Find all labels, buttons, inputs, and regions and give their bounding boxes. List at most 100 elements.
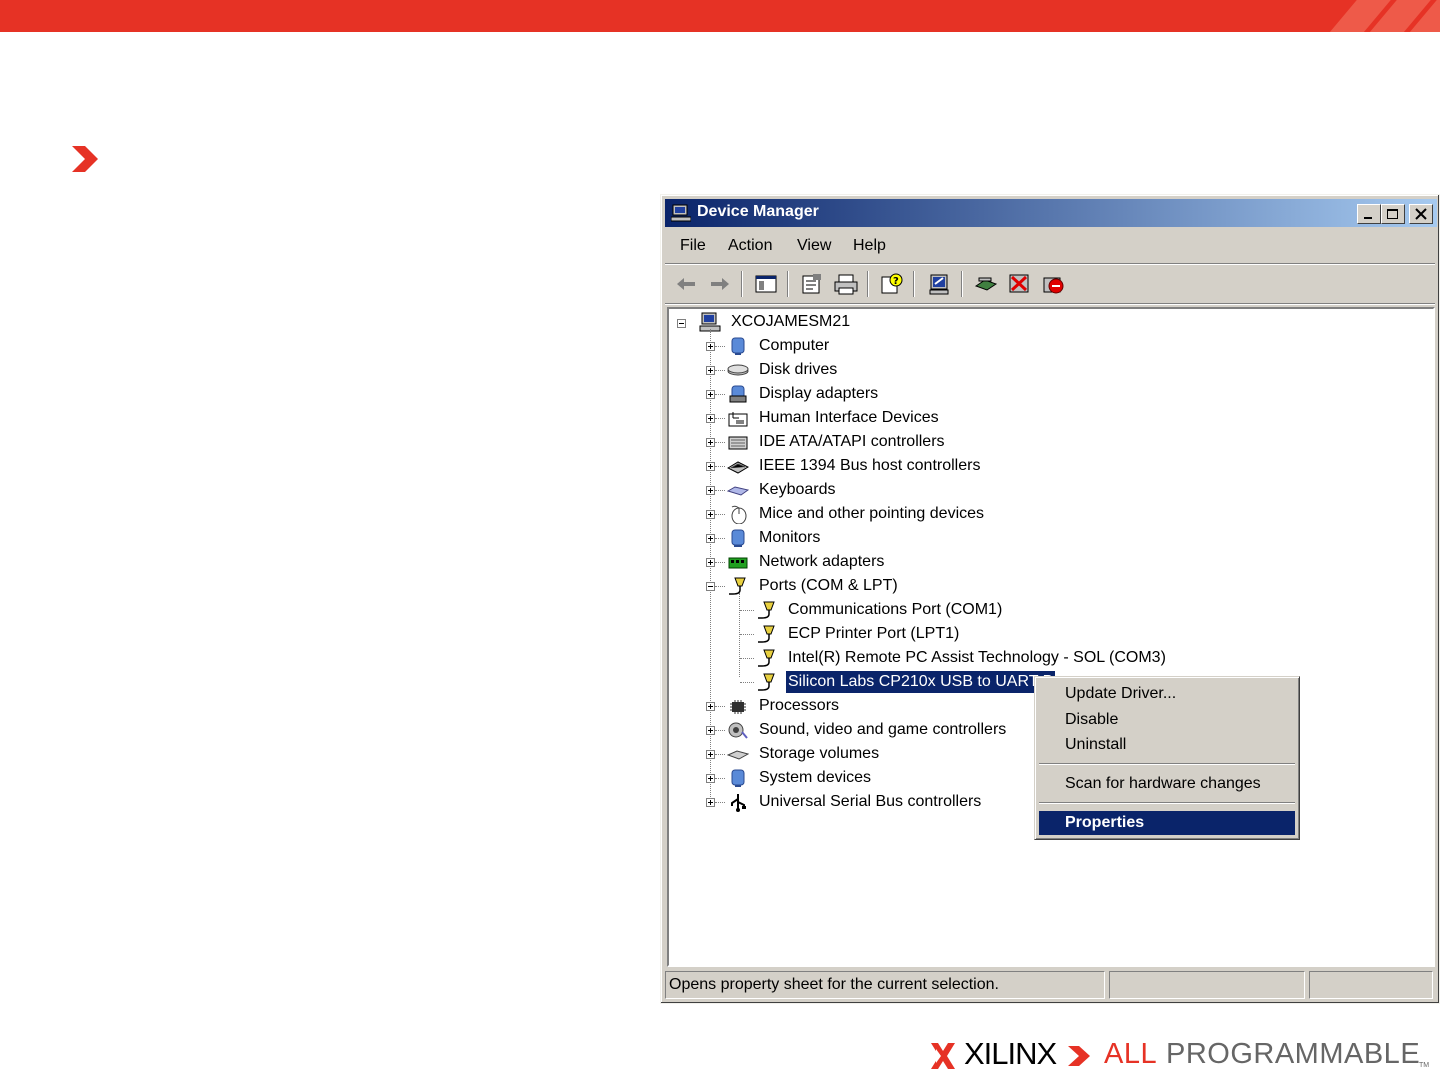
help-icon[interactable]: ? — [879, 272, 905, 296]
menu-update-driver-label: Update Driver... — [1065, 685, 1177, 702]
toolbar-separator-line — [665, 303, 1435, 305]
expand-category-button[interactable] — [706, 390, 715, 399]
status-panel-3 — [1309, 971, 1433, 999]
menu-separator — [665, 263, 1435, 265]
toolbar-separator — [913, 271, 915, 297]
toolbar-separator — [741, 271, 743, 297]
tree-category-label: Mice and other pointing devices — [759, 505, 985, 522]
forward-arrow-icon[interactable] — [707, 272, 733, 296]
tree-category-label: Universal Serial Bus controllers — [759, 793, 982, 810]
maximize-button[interactable] — [1381, 204, 1405, 224]
tree-line — [740, 610, 754, 611]
ieee1394-icon — [727, 461, 749, 474]
disable-device-icon[interactable] — [1007, 272, 1033, 296]
menu-disable[interactable]: Disable — [1039, 708, 1295, 732]
uninstall-device-icon[interactable] — [1041, 272, 1067, 296]
expand-category-button[interactable] — [706, 750, 715, 759]
scan-hardware-icon[interactable] — [927, 272, 953, 296]
tree-line — [715, 346, 725, 347]
menu-scan-hardware[interactable]: Scan for hardware changes — [1039, 772, 1295, 796]
tree-category-label: Network adapters — [759, 553, 885, 570]
port-icon — [758, 625, 775, 643]
tree-category-label: Storage volumes — [759, 745, 880, 762]
context-menu-separator — [1039, 802, 1295, 804]
print-icon[interactable] — [833, 272, 859, 296]
processor-icon — [730, 700, 746, 714]
tree-line — [715, 754, 725, 755]
expand-category-button[interactable] — [706, 342, 715, 351]
tree-line — [715, 802, 725, 803]
tree-category-label: IDE ATA/ATAPI controllers — [759, 433, 945, 450]
device-manager-window: Device Manager File Action View Help ? X… — [660, 194, 1440, 1004]
tree-category-label: System devices — [759, 769, 872, 786]
menu-help[interactable]: Help — [853, 237, 886, 255]
expand-category-button[interactable] — [706, 798, 715, 807]
back-arrow-icon[interactable] — [673, 272, 699, 296]
menu-file[interactable]: File — [680, 237, 706, 255]
tree-line — [739, 593, 740, 677]
title-bar[interactable]: Device Manager — [665, 199, 1437, 227]
port-icon — [758, 673, 775, 691]
window-title: Device Manager — [697, 203, 819, 220]
tree-line — [715, 778, 725, 779]
expand-category-button[interactable] — [706, 486, 715, 495]
tree-category-label: Computer — [759, 337, 830, 354]
expand-category-button[interactable] — [706, 702, 715, 711]
show-hide-tree-icon[interactable] — [753, 272, 779, 296]
tree-category-label: IEEE 1394 Bus host controllers — [759, 457, 981, 474]
tree-root-label: XCOJAMESM21 — [731, 313, 851, 330]
status-text: Opens property sheet for the current sel… — [669, 976, 999, 993]
display-adapter-icon — [729, 385, 747, 403]
disk-drive-icon — [727, 364, 749, 376]
usb-icon — [731, 794, 746, 812]
tree-category-label: Human Interface Devices — [759, 409, 939, 426]
device-tree[interactable]: XCOJAMESM21 Computer Disk drives Display a… — [667, 307, 1435, 967]
toolbar-separator — [787, 271, 789, 297]
storage-volume-icon — [727, 750, 749, 760]
expand-category-button[interactable] — [706, 534, 715, 543]
tree-line — [715, 730, 725, 731]
collapse-root-button[interactable] — [677, 319, 686, 328]
tree-port-item-label: Communications Port (COM1) — [788, 601, 1003, 618]
expand-category-button[interactable] — [706, 558, 715, 567]
close-button[interactable] — [1409, 204, 1433, 224]
menu-disable-label: Disable — [1065, 711, 1119, 728]
minimize-icon — [1364, 217, 1372, 219]
svg-text:?: ? — [893, 276, 899, 287]
expand-category-button[interactable] — [706, 414, 715, 423]
menu-uninstall[interactable]: Uninstall — [1039, 733, 1295, 757]
toolbar-separator — [867, 271, 869, 297]
menu-properties[interactable]: Properties — [1039, 811, 1295, 835]
context-menu-separator — [1039, 763, 1295, 765]
tree-line — [715, 418, 725, 419]
menu-update-driver[interactable]: Update Driver... — [1039, 682, 1295, 706]
slide-top-bar — [0, 0, 1440, 32]
port-icon — [729, 577, 746, 595]
brand-name: XILINX — [964, 1036, 1057, 1071]
expand-category-button[interactable] — [706, 510, 715, 519]
minimize-button[interactable] — [1357, 204, 1381, 224]
expand-category-button[interactable] — [706, 774, 715, 783]
tree-port-item-label: Intel(R) Remote PC Assist Technology - S… — [788, 649, 1166, 666]
tree-category-label: Sound, video and game controllers — [759, 721, 1007, 738]
status-panel-main: Opens property sheet for the current sel… — [665, 971, 1105, 999]
update-driver-icon[interactable] — [973, 272, 999, 296]
expand-category-button[interactable] — [706, 366, 715, 375]
tree-category-label: Processors — [759, 697, 840, 714]
tree-line — [715, 586, 725, 587]
menu-action[interactable]: Action — [728, 237, 772, 255]
expand-category-button[interactable] — [706, 462, 715, 471]
menu-scan-hardware-label: Scan for hardware changes — [1065, 775, 1261, 792]
expand-category-button[interactable] — [706, 438, 715, 447]
properties-icon[interactable] — [799, 272, 825, 296]
close-icon — [1415, 208, 1427, 220]
network-adapter-icon — [728, 557, 748, 569]
expand-category-button[interactable] — [706, 726, 715, 735]
port-icon — [758, 601, 775, 619]
context-menu: Update Driver... Disable Uninstall Scan … — [1034, 676, 1300, 840]
menu-view[interactable]: View — [797, 237, 831, 255]
tree-port-item-label: Silicon Labs CP210x USB to UART B — [786, 671, 1056, 693]
tree-category-label: Disk drives — [759, 361, 838, 378]
collapse-category-button[interactable] — [706, 582, 715, 591]
maximize-icon — [1387, 209, 1398, 219]
